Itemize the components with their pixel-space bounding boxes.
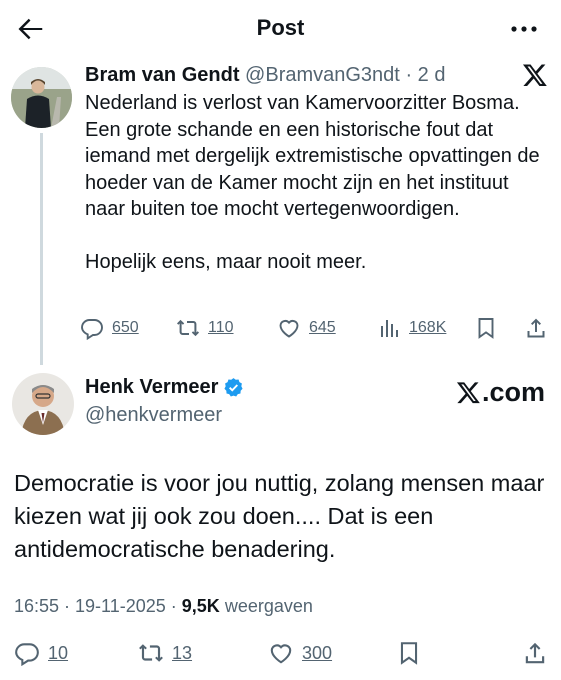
share-icon [525,642,545,664]
main-tweet-text: Democratie is voor jou nuttig, zolang me… [14,470,545,562]
page-title: Post [256,15,305,40]
views-count: 168K [409,319,447,336]
share-button[interactable] [522,638,548,668]
views-label: weergaven [219,596,313,616]
tweet-timestamp[interactable]: 16:55 · 19-11-2025 · [14,596,182,616]
xcom-watermark: .com [456,377,545,408]
repost-icon [177,319,199,337]
author-name-row: Henk Vermeer [85,376,244,399]
reply-count: 10 [48,642,69,663]
repost-button[interactable]: 13 [138,638,192,668]
bookmark-button[interactable] [474,313,498,343]
tweet-meta: 16:55 · 19-11-2025 · 9,5K weergaven [14,596,313,617]
like-button[interactable]: 300 [268,638,332,668]
more-horizontal-icon [511,26,537,32]
bookmark-icon [400,642,418,665]
bookmark-button[interactable] [396,638,422,668]
share-button[interactable] [524,313,548,343]
share-icon [527,318,545,338]
watermark-text: .com [482,377,546,407]
repost-count: 13 [172,642,193,663]
x-logo [522,62,548,88]
views-icon [381,320,398,337]
like-button[interactable]: 645 [277,313,336,343]
repost-count: 110 [208,319,234,336]
separator: · [405,64,413,86]
avatar-image [11,67,72,128]
like-count: 300 [302,642,333,663]
avatar[interactable] [11,67,72,128]
parent-tweet-header: Bram van Gendt @BramvanG3ndt · 2 d [85,64,445,87]
bookmark-icon [478,318,494,339]
views-button[interactable]: 168K [377,313,446,343]
views-count: 9,5K [181,596,220,616]
reply-icon [15,643,39,666]
x-logo-icon [522,64,547,87]
parent-action-bar: 650 110 645 168K [80,313,550,343]
avatar-image [12,373,74,435]
author-name[interactable]: Henk Vermeer [85,376,218,399]
repost-button[interactable]: 110 [176,313,234,343]
reply-button[interactable]: 650 [80,313,139,343]
tweet-paragraph: Nederland is verlost van Kamervoorzitter… [85,92,540,220]
avatar[interactable] [12,373,74,435]
tweet-paragraph: Hopelijk eens, maar nooit meer. [85,250,367,273]
main-action-bar: 10 13 300 [0,638,561,670]
x-logo-icon [456,382,480,404]
more-button[interactable] [509,16,539,42]
timestamp[interactable]: 2 d [418,64,446,86]
author-handle[interactable]: @BramvanG3ndt [245,64,400,86]
repost-icon [139,644,163,662]
parent-tweet-text: Nederland is verlost van Kamervoorzitter… [85,90,545,301]
verified-badge-icon [224,378,243,397]
reply-icon [81,319,103,340]
like-count: 645 [309,319,336,336]
author-name[interactable]: Bram van Gendt [85,64,239,86]
reply-count: 650 [112,319,139,336]
thread-line [40,133,43,365]
top-bar: Post [0,0,561,58]
author-handle[interactable]: @henkvermeer [85,404,222,427]
reply-button[interactable]: 10 [14,638,68,668]
heart-icon [279,320,299,338]
heart-icon [270,644,292,664]
